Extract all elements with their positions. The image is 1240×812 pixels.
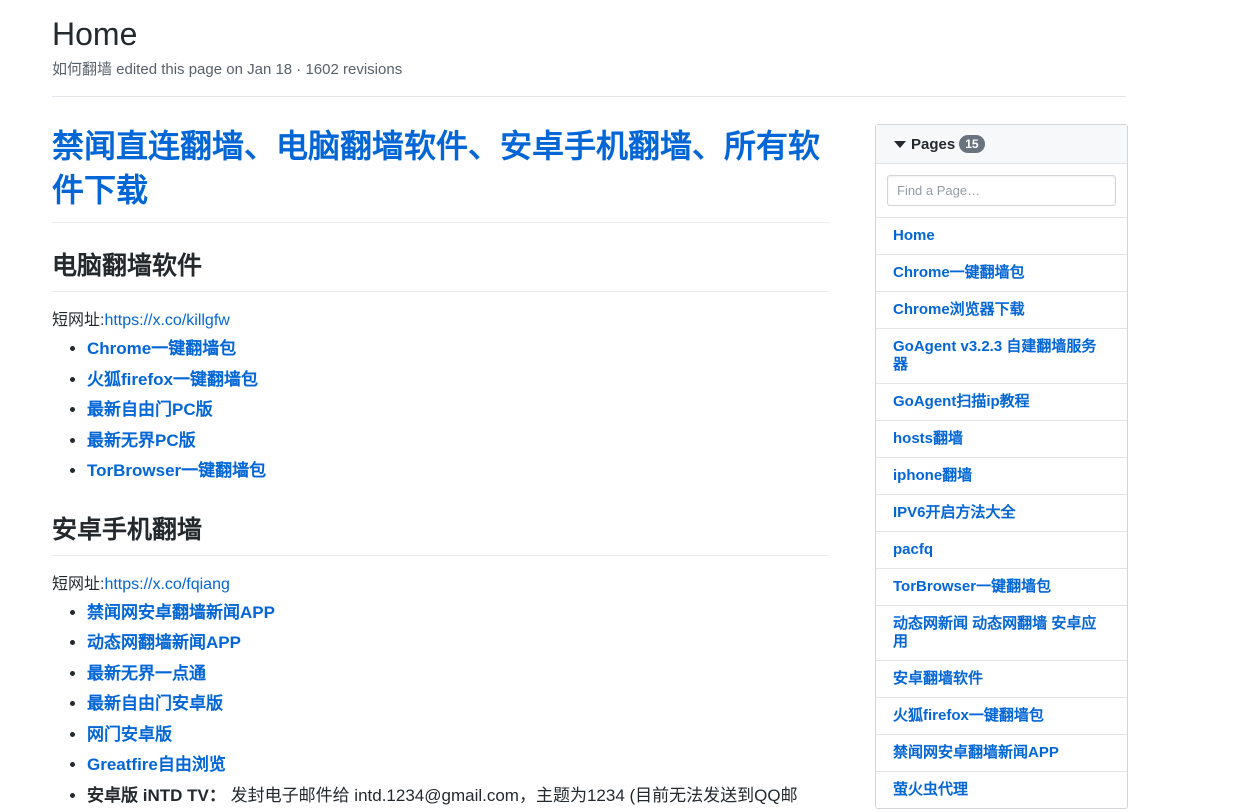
sidebar-page-item: 禁闻网安卓翻墙新闻APP: [876, 735, 1127, 772]
sidebar-page-link[interactable]: 禁闻网安卓翻墙新闻APP: [893, 744, 1059, 761]
sidebar-page-link[interactable]: GoAgent扫描ip教程: [893, 393, 1030, 410]
list-item: TorBrowser一键翻墙包: [87, 456, 830, 487]
sidebar-page-link[interactable]: 萤火虫代理: [893, 781, 968, 798]
sidebar-page-link[interactable]: Home: [893, 227, 935, 244]
list-item: 最新无界PC版: [87, 426, 830, 457]
section-title-pc: 电脑翻墙软件: [52, 249, 830, 292]
shorturl-row-android: 短网址:https://x.co/fqiang: [52, 574, 830, 596]
list-item: 最新无界一点通: [87, 659, 830, 690]
find-page-input[interactable]: [887, 175, 1116, 206]
list-item-link[interactable]: 动态网翻墙新闻APP: [87, 633, 241, 652]
list-item: 禁闻网安卓翻墙新闻APP: [87, 598, 830, 629]
sidebar-page-link[interactable]: IPV6开启方法大全: [893, 504, 1016, 521]
sidebar-page-item: 动态网新闻 动态网翻墙 安卓应用: [876, 606, 1127, 661]
wiki-content: 禁闻直连翻墙、电脑翻墙软件、安卓手机翻墙、所有软件下载 电脑翻墙软件 短网址:h…: [52, 118, 830, 811]
list-item: 火狐firefox一键翻墙包: [87, 365, 830, 396]
pages-count-badge: 15: [959, 135, 985, 153]
sidebar-page-item: hosts翻墙: [876, 421, 1127, 458]
sidebar-page-item: pacfq: [876, 532, 1127, 569]
list-item-link[interactable]: 禁闻网安卓翻墙新闻APP: [87, 603, 275, 622]
sidebar-page-link[interactable]: pacfq: [893, 541, 933, 558]
page-search-box: [876, 164, 1127, 218]
sidebar-page-link[interactable]: hosts翻墙: [893, 430, 963, 447]
sidebar-page-item: 安卓翻墙软件: [876, 661, 1127, 698]
pages-list: Home Chrome一键翻墙包 Chrome浏览器下载 GoAgent v3.…: [876, 218, 1127, 808]
sidebar-page-link[interactable]: 动态网新闻 动态网翻墙 安卓应用: [893, 615, 1096, 650]
list-item-link[interactable]: 最新自由门PC版: [87, 400, 213, 419]
section-title-android: 安卓手机翻墙: [52, 513, 830, 556]
sidebar-page-item: GoAgent v3.2.3 自建翻墙服务器: [876, 329, 1127, 384]
list-item-link[interactable]: 最新自由门安卓版: [87, 694, 223, 713]
page-title: Home: [52, 16, 138, 52]
main-heading-link[interactable]: 禁闻直连翻墙、电脑翻墙软件、安卓手机翻墙、所有软件下载: [52, 124, 830, 223]
list-item: Greatfire自由浏览: [87, 750, 830, 781]
list-item: 最新自由门PC版: [87, 395, 830, 426]
intd-instructions: 发封电子邮件给 intd.1234@gmail.com，主题为1234 (目前无…: [225, 785, 798, 805]
list-item-link[interactable]: TorBrowser一键翻墙包: [87, 461, 266, 480]
pc-software-list: Chrome一键翻墙包 火狐firefox一键翻墙包 最新自由门PC版 最新无界…: [52, 334, 830, 487]
shorturl-row-pc: 短网址:https://x.co/killgfw: [52, 310, 830, 332]
list-item-link[interactable]: 火狐firefox一键翻墙包: [87, 370, 258, 389]
sidebar-page-item: Chrome一键翻墙包: [876, 255, 1127, 292]
caret-down-icon: [894, 140, 906, 148]
pages-sidebar: Pages 15 Home Chrome一键翻墙包 Chrome浏览器下载 Go…: [875, 124, 1128, 809]
shorturl-link-pc[interactable]: https://x.co/killgfw: [104, 312, 229, 329]
wiki-page: Home 如何翻墙 edited this page on Jan 18 · 1…: [0, 0, 1240, 812]
list-item: 网门安卓版: [87, 720, 830, 751]
intd-label: 安卓版 iNTD TV：: [87, 785, 226, 805]
sidebar-page-link[interactable]: iphone翻墙: [893, 467, 972, 484]
sidebar-page-link[interactable]: 火狐firefox一键翻墙包: [893, 707, 1044, 724]
sidebar-page-link[interactable]: Chrome一键翻墙包: [893, 264, 1025, 281]
revision-meta: 如何翻墙 edited this page on Jan 18 · 1602 r…: [52, 61, 403, 78]
sidebar-page-item: 萤火虫代理: [876, 772, 1127, 808]
sidebar-page-item: iphone翻墙: [876, 458, 1127, 495]
page-header: Home 如何翻墙 edited this page on Jan 18 · 1…: [52, 14, 1126, 97]
list-item: Chrome一键翻墙包: [87, 334, 830, 365]
list-item: 动态网翻墙新闻APP: [87, 628, 830, 659]
sidebar-page-link[interactable]: TorBrowser一键翻墙包: [893, 578, 1051, 595]
sidebar-page-item: Chrome浏览器下载: [876, 292, 1127, 329]
sidebar-page-item: IPV6开启方法大全: [876, 495, 1127, 532]
sidebar-page-item: TorBrowser一键翻墙包: [876, 569, 1127, 606]
list-item-link[interactable]: 网门安卓版: [87, 725, 172, 744]
pages-toggle[interactable]: Pages 15: [876, 125, 1127, 164]
sidebar-page-item: GoAgent扫描ip教程: [876, 384, 1127, 421]
android-software-list: 禁闻网安卓翻墙新闻APP 动态网翻墙新闻APP 最新无界一点通 最新自由门安卓版…: [52, 598, 830, 812]
list-item: 安卓版 iNTD TV： 发封电子邮件给 intd.1234@gmail.com…: [87, 781, 830, 812]
pages-title: Pages: [911, 135, 956, 153]
sidebar-page-link[interactable]: 安卓翻墙软件: [893, 670, 983, 687]
list-item-link[interactable]: Chrome一键翻墙包: [87, 339, 236, 358]
sidebar-page-link[interactable]: Chrome浏览器下载: [893, 301, 1025, 318]
shorturl-link-android[interactable]: https://x.co/fqiang: [104, 576, 229, 593]
list-item-link[interactable]: 最新无界一点通: [87, 664, 206, 683]
sidebar-page-item: 火狐firefox一键翻墙包: [876, 698, 1127, 735]
sidebar-page-link[interactable]: GoAgent v3.2.3 自建翻墙服务器: [893, 338, 1096, 373]
list-item: 最新自由门安卓版: [87, 689, 830, 720]
list-item-link[interactable]: 最新无界PC版: [87, 431, 196, 450]
shorturl-label: 短网址:: [52, 312, 105, 329]
list-item-link[interactable]: Greatfire自由浏览: [87, 755, 226, 774]
sidebar-page-item: Home: [876, 218, 1127, 255]
shorturl-label: 短网址:: [52, 575, 105, 593]
